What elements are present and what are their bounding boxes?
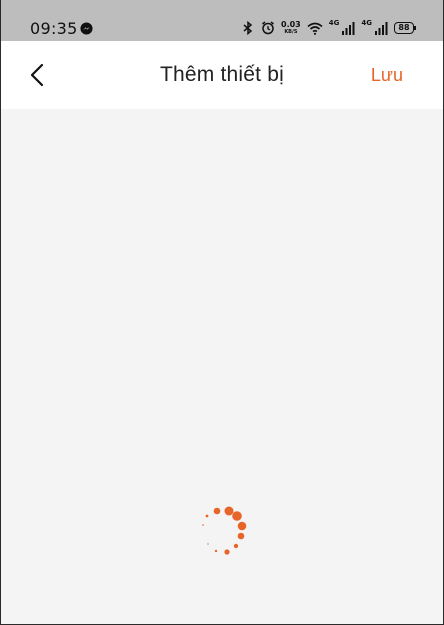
signal-icon xyxy=(342,21,355,35)
net-speed-value: 0.03 xyxy=(281,20,301,29)
loading-spinner xyxy=(202,506,247,555)
status-time: 09:35 xyxy=(30,19,78,38)
network-type-1: 4G xyxy=(328,19,340,27)
messenger-icon xyxy=(80,22,93,35)
network-type-2: 4G xyxy=(361,19,372,27)
net-speed: 0.03 KB/S xyxy=(281,20,301,36)
signal-icon xyxy=(375,21,388,35)
wifi-icon xyxy=(307,22,323,35)
battery-icon: 88 xyxy=(394,22,416,34)
alarm-icon xyxy=(262,21,274,35)
status-bar: 09:35 0.03 KB/S 4G 4G 88 xyxy=(0,0,444,41)
bluetooth-icon xyxy=(243,21,253,35)
status-icons: 0.03 KB/S 4G 4G 88 xyxy=(241,19,416,37)
save-button[interactable]: Lưu xyxy=(371,65,403,86)
app-header: Thêm thiết bị Lưu xyxy=(0,41,444,109)
net-speed-unit: KB/S xyxy=(284,29,298,35)
